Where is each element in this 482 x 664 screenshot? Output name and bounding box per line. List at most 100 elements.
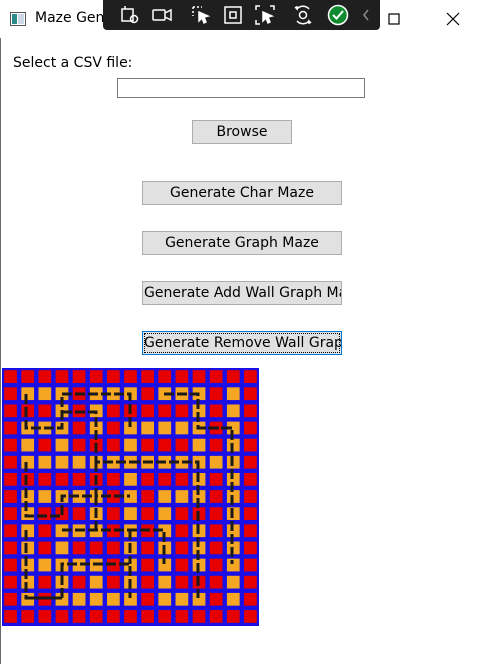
maze-wall-cell bbox=[209, 610, 223, 623]
maze-wall-cell bbox=[107, 370, 120, 383]
maze-wall-cell bbox=[209, 592, 223, 606]
maze-wall-cell bbox=[107, 610, 120, 623]
maze-wall-cell bbox=[4, 541, 17, 555]
maze-wall-cell bbox=[72, 575, 86, 589]
maze-wall-cell bbox=[72, 541, 86, 555]
maze-path-cell bbox=[21, 524, 35, 538]
maze-wall-cell bbox=[4, 575, 17, 589]
maze-path-cell bbox=[72, 455, 86, 469]
maze-path-cell bbox=[21, 541, 35, 555]
window-border bbox=[0, 0, 1, 664]
maze-wall-cell bbox=[89, 370, 103, 383]
maze-path-cell bbox=[89, 575, 103, 589]
maze-wall-cell bbox=[158, 473, 172, 486]
maze-wall-cell bbox=[244, 592, 257, 606]
maze-path-cell bbox=[226, 387, 240, 401]
maze-wall-cell bbox=[38, 575, 52, 589]
maze-path-cell bbox=[21, 455, 35, 469]
maze-path-cell bbox=[38, 455, 52, 469]
maze-wall-cell bbox=[175, 610, 189, 623]
maze-wall-cell bbox=[4, 421, 17, 435]
close-icon bbox=[446, 12, 460, 26]
generate-char-maze-button[interactable]: Generate Char Maze bbox=[142, 181, 342, 205]
maze-wall-cell bbox=[4, 592, 17, 606]
maze-wall-cell bbox=[141, 592, 154, 606]
maze-wall-cell bbox=[175, 404, 189, 418]
snip-mode-icon[interactable] bbox=[115, 0, 145, 30]
maze-wall-cell bbox=[141, 370, 154, 383]
maze-wall-cell bbox=[21, 370, 35, 383]
maze-wall-cell bbox=[244, 490, 257, 503]
maze-wall-cell bbox=[244, 387, 257, 401]
maze-wall-cell bbox=[244, 541, 257, 555]
maze-path-cell bbox=[175, 421, 189, 435]
maze-wall-cell bbox=[141, 473, 154, 486]
close-button[interactable] bbox=[430, 0, 476, 38]
maze-path-cell bbox=[107, 592, 120, 606]
maze-wall-cell bbox=[38, 610, 52, 623]
maze-path-cell bbox=[89, 592, 103, 606]
maze-wall-cell bbox=[38, 524, 52, 538]
maze-wall-cell bbox=[141, 610, 154, 623]
maze-path-cell bbox=[226, 592, 240, 606]
generate-remove-wall-graph-maze-button[interactable]: Generate Remove Wall Graph bbox=[142, 331, 342, 355]
maze-path-cell bbox=[124, 507, 137, 520]
maze-path-cell bbox=[21, 575, 35, 589]
maze-wall-cell bbox=[209, 541, 223, 555]
maze-wall-cell bbox=[4, 455, 17, 469]
maze-wall-cell bbox=[209, 438, 223, 452]
maze-path-cell bbox=[72, 592, 86, 606]
maze-path-cell bbox=[124, 490, 137, 503]
region-icon[interactable] bbox=[218, 0, 248, 30]
maze-wall-cell bbox=[158, 438, 172, 452]
window-capture-icon[interactable] bbox=[250, 0, 280, 30]
maze-wall-cell bbox=[209, 558, 223, 572]
maze-path-cell bbox=[226, 575, 240, 589]
maximize-icon bbox=[388, 13, 400, 25]
maze-wall-cell bbox=[244, 370, 257, 383]
maze-wall-cell bbox=[209, 490, 223, 503]
maze-wall-cell bbox=[72, 370, 86, 383]
maze-path-cell bbox=[38, 387, 52, 401]
maximize-button[interactable] bbox=[371, 0, 417, 38]
maze-wall-cell bbox=[38, 370, 52, 383]
maze-wall-cell bbox=[107, 404, 120, 418]
maze-wall-cell bbox=[4, 558, 17, 572]
record-icon[interactable] bbox=[147, 0, 177, 30]
maze-path-cell bbox=[226, 404, 240, 418]
maze-path-cell bbox=[21, 387, 35, 401]
maze-path-cell bbox=[158, 575, 172, 589]
maze-path-cell bbox=[55, 541, 69, 555]
maze-wall-cell bbox=[141, 558, 154, 572]
maze-wall-cell bbox=[209, 507, 223, 520]
maze-wall-cell bbox=[107, 541, 120, 555]
maze-wall-cell bbox=[38, 473, 52, 486]
maze-wall-cell bbox=[72, 421, 86, 435]
select-csv-label: Select a CSV file: bbox=[13, 55, 133, 71]
maze-wall-cell bbox=[244, 438, 257, 452]
title-bar[interactable]: Maze Gen bbox=[0, 0, 482, 38]
maze-path-cell bbox=[124, 438, 137, 452]
maze-wall-cell bbox=[4, 387, 17, 401]
select-cursor-icon[interactable] bbox=[186, 0, 216, 30]
file-path-input[interactable] bbox=[117, 78, 365, 98]
maze-wall-cell bbox=[141, 387, 154, 401]
generate-add-wall-graph-maze-button[interactable]: Generate Add Wall Graph Ma bbox=[142, 281, 342, 305]
maze-wall-cell bbox=[21, 610, 35, 623]
maze-path-cell bbox=[209, 455, 223, 469]
maze-wall-cell bbox=[72, 610, 86, 623]
maze-wall-cell bbox=[175, 507, 189, 520]
maze-wall-cell bbox=[158, 370, 172, 383]
maze-wall-cell bbox=[89, 541, 103, 555]
maze-wall-cell bbox=[244, 404, 257, 418]
maze-wall-cell bbox=[244, 455, 257, 469]
maze-path-cell bbox=[175, 592, 189, 606]
maze-wall-cell bbox=[21, 404, 35, 418]
maze-path-cell bbox=[38, 558, 52, 572]
confirm-icon[interactable] bbox=[323, 0, 353, 30]
maze-path-cell bbox=[158, 592, 172, 606]
browse-button[interactable]: Browse bbox=[192, 120, 292, 144]
generate-graph-maze-button[interactable]: Generate Graph Maze bbox=[142, 231, 342, 255]
maze-wall-cell bbox=[175, 370, 189, 383]
settings-icon[interactable] bbox=[288, 0, 318, 30]
